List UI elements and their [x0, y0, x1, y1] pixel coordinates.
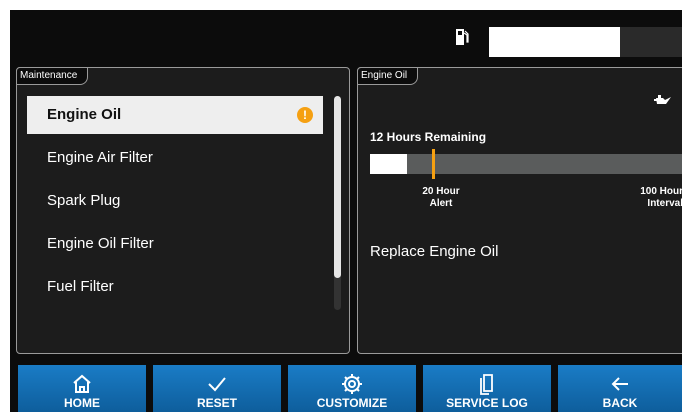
reset-button-label: RESET: [196, 396, 237, 410]
alert-icon: !: [297, 107, 313, 123]
oil-life-progress-bar: [370, 149, 682, 179]
service-log-button-label: SERVICE LOG: [446, 396, 528, 410]
engine-oil-panel: Engine Oil 12 Hours Remaining 20 Hour Al…: [357, 67, 682, 354]
home-button[interactable]: HOME: [18, 365, 146, 412]
fuel-pump-icon: [456, 29, 469, 45]
alert-label-line1: 20 Hour: [422, 186, 460, 197]
display-screen: Maintenance Engine Oil ! Engine Air Filt…: [10, 10, 682, 412]
alert-threshold-label: 20 Hour Alert: [406, 186, 476, 210]
gear-icon: [342, 374, 362, 394]
list-item-label: Engine Air Filter: [47, 149, 153, 166]
alert-label-line2: Alert: [429, 198, 453, 209]
list-item-label: Engine Oil Filter: [47, 235, 154, 252]
back-button-label: BACK: [602, 396, 638, 410]
arrow-left-icon: [611, 377, 628, 391]
alert-marker: [432, 149, 436, 179]
engine-oil-tab: Engine Oil: [357, 67, 419, 85]
progress-fill: [370, 154, 408, 174]
fuel-level-fill: [489, 27, 621, 57]
fuel-level-bar: [489, 27, 682, 57]
home-button-label: HOME: [64, 396, 100, 410]
list-item-label: Fuel Filter: [47, 278, 114, 295]
list-item-fuel-filter[interactable]: Fuel Filter: [27, 268, 323, 306]
list-item-engine-oil-filter[interactable]: Engine Oil Filter: [27, 225, 323, 263]
customize-button[interactable]: CUSTOMIZE: [288, 365, 416, 412]
customize-button-label: CUSTOMIZE: [316, 396, 388, 410]
service-log-button[interactable]: SERVICE LOG: [423, 365, 551, 412]
maintenance-tab: Maintenance: [16, 67, 89, 85]
list-item-label: Engine Oil: [47, 106, 122, 123]
reset-button[interactable]: RESET: [153, 365, 281, 412]
list-item-spark-plug[interactable]: Spark Plug: [27, 182, 323, 220]
maintenance-message: Replace Engine Oil: [370, 243, 499, 260]
scrollbar-thumb[interactable]: [334, 96, 341, 278]
documents-icon: [480, 374, 493, 395]
interval-label-line2: Interval: [647, 198, 682, 209]
interval-label: 100 Hour Interval: [613, 186, 682, 210]
list-item-label: Spark Plug: [47, 192, 121, 209]
maintenance-panel: Maintenance Engine Oil ! Engine Air Filt…: [16, 67, 350, 354]
list-item-engine-oil[interactable]: Engine Oil !: [27, 96, 323, 134]
back-button[interactable]: BACK: [558, 365, 682, 412]
checkmark-icon: [208, 377, 226, 392]
home-icon: [73, 374, 91, 393]
list-scrollbar[interactable]: [334, 96, 341, 310]
oil-can-icon: [654, 95, 671, 104]
hours-remaining-text: 12 Hours Remaining: [370, 130, 487, 144]
list-item-engine-air-filter[interactable]: Engine Air Filter: [27, 139, 323, 177]
interval-label-line1: 100 Hour: [640, 186, 682, 197]
